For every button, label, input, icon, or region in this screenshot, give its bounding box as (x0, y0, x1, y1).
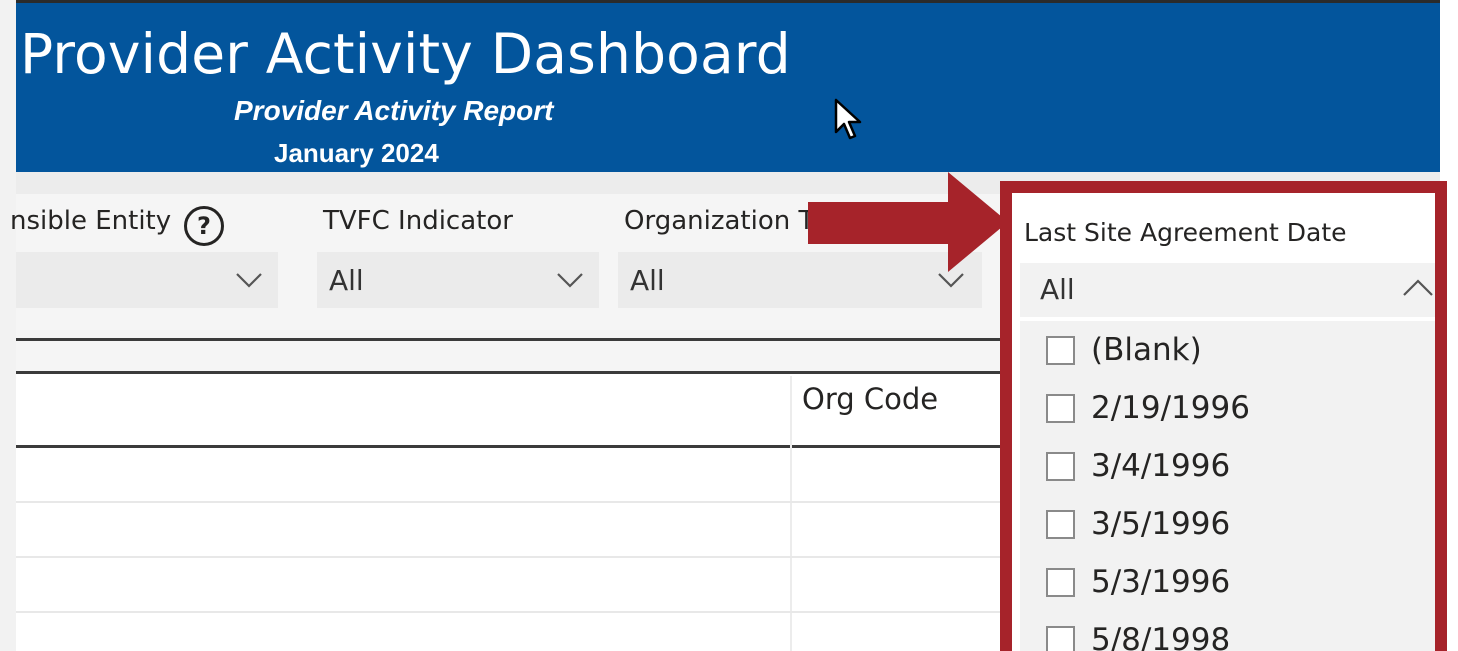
slicer-value: All (329, 264, 364, 297)
header-top-border (16, 0, 1440, 3)
slicer-dropdown-header[interactable]: All (1020, 263, 1435, 317)
column-header-org-code[interactable]: Org Code (802, 382, 938, 416)
table-row (16, 501, 1006, 503)
checkbox-icon[interactable] (1046, 335, 1075, 365)
slicer-option[interactable]: 3/4/1996 (1046, 441, 1230, 491)
slicer-label-last-site-agreement-date: Last Site Agreement Date (1024, 218, 1347, 247)
chevron-down-icon (236, 273, 262, 288)
slicer-option-label: 3/5/1996 (1091, 506, 1231, 542)
table-header-bottom-border (16, 445, 1006, 448)
mouse-cursor-icon (834, 98, 862, 140)
checkbox-icon[interactable] (1046, 393, 1075, 423)
chevron-up-icon[interactable] (1401, 271, 1435, 305)
slicer-option[interactable]: 3/5/1996 (1046, 499, 1230, 549)
slicer-option[interactable]: 5/8/1998 (1046, 615, 1230, 651)
slicer-option[interactable]: (Blank) (1046, 325, 1202, 375)
slicer-tvfc-indicator[interactable]: All (317, 252, 599, 308)
slicer-label-organization-type: Organization T (624, 206, 815, 236)
slicer-responsible-entity[interactable] (16, 252, 278, 308)
report-subtitle: Provider Activity Report (234, 95, 554, 126)
checkbox-icon[interactable] (1046, 567, 1075, 597)
dashboard-page: Provider Activity Dashboard Provider Act… (0, 0, 1458, 651)
slicer-label-tvfc-indicator: TVFC Indicator (323, 206, 513, 236)
column-divider (790, 376, 792, 651)
slicer-option-label: 5/8/1998 (1091, 622, 1231, 651)
slicer-option[interactable]: 2/19/1996 (1046, 383, 1250, 433)
table-header-top-border (16, 371, 1006, 374)
checkbox-icon[interactable] (1046, 625, 1075, 651)
slicer-selected-value: All (1040, 273, 1075, 306)
slicer-option-label: 5/3/1996 (1091, 564, 1231, 600)
slicer-option-label: (Blank) (1091, 332, 1202, 368)
slicer-options-list[interactable]: (Blank) 2/19/1996 3/4/1996 3/5/1996 5/3/… (1020, 321, 1435, 651)
table-gap (16, 341, 1006, 371)
slicer-option[interactable]: 5/3/1996 (1046, 557, 1230, 607)
checkbox-icon[interactable] (1046, 509, 1075, 539)
slicer-last-site-agreement-date: Last Site Agreement Date All (Blank) 2/1… (1000, 181, 1447, 651)
slicer-label-responsible-entity: nsible Entity (10, 206, 172, 236)
checkbox-icon[interactable] (1046, 451, 1075, 481)
help-icon[interactable]: ? (184, 206, 224, 246)
slicer-option-label: 3/4/1996 (1091, 448, 1231, 484)
slicer-value: All (630, 264, 665, 297)
slicer-option-label: 2/19/1996 (1091, 390, 1250, 426)
page-title: Provider Activity Dashboard (20, 22, 791, 86)
arrow-right-icon (808, 172, 1008, 272)
table-row (16, 611, 1006, 613)
chevron-down-icon (557, 273, 583, 288)
report-date: January 2024 (274, 138, 439, 168)
left-gutter (0, 0, 16, 651)
table-row (16, 556, 1006, 558)
